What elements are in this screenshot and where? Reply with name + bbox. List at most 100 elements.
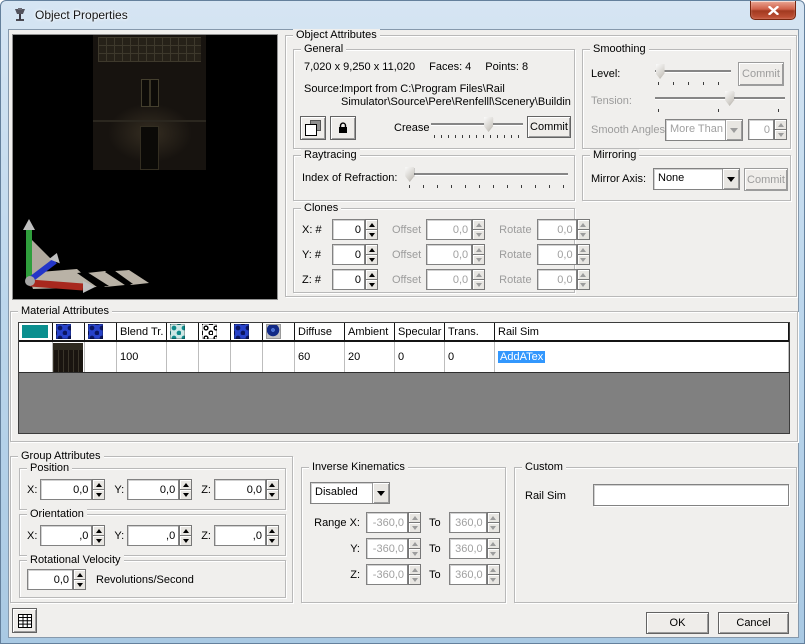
ok-button[interactable]: OK xyxy=(646,612,709,634)
header-texture1-cell[interactable] xyxy=(53,323,85,340)
selected-text[interactable]: AddATex xyxy=(498,351,545,363)
orientation-y-input[interactable] xyxy=(127,525,179,546)
header-rail-sim[interactable]: Rail Sim xyxy=(495,323,789,340)
spin-up-icon[interactable] xyxy=(179,479,192,490)
ik-max-stepper xyxy=(449,538,500,559)
header-sphere-cell[interactable] xyxy=(263,323,295,340)
copy-material-button[interactable] xyxy=(300,116,326,140)
ik-mode-value: Disabled xyxy=(311,483,372,503)
slider-thumb[interactable] xyxy=(656,64,665,79)
chevron-down-icon[interactable] xyxy=(722,169,739,189)
header-specular[interactable]: Specular xyxy=(395,323,445,340)
level-slider[interactable] xyxy=(655,63,731,85)
orientation-x-stepper[interactable] xyxy=(40,525,105,546)
clone-count-stepper[interactable] xyxy=(332,269,378,290)
position-y-stepper[interactable] xyxy=(127,479,192,500)
spin-down-icon[interactable] xyxy=(365,230,378,240)
to-label: To xyxy=(429,543,441,555)
spin-down-icon[interactable] xyxy=(266,490,279,500)
cell-pattern1[interactable] xyxy=(167,342,199,372)
header-texture2-cell[interactable] xyxy=(85,323,117,340)
position-y-input[interactable] xyxy=(127,479,179,500)
header-blue-pattern-cell[interactable] xyxy=(231,323,263,340)
clone-count-input[interactable] xyxy=(332,219,365,240)
clone-count-input[interactable] xyxy=(332,244,365,265)
spin-down-icon[interactable] xyxy=(92,490,105,500)
orientation-x-input[interactable] xyxy=(40,525,92,546)
spin-up-icon xyxy=(487,512,500,523)
spin-up-icon[interactable] xyxy=(365,219,378,230)
close-button[interactable] xyxy=(750,1,796,20)
clone-rotate-input xyxy=(537,219,577,240)
cell-pattern3[interactable] xyxy=(231,342,263,372)
rotational-velocity-group: Rotational Velocity Revolutions/Second xyxy=(19,560,286,598)
spin-up-icon[interactable] xyxy=(266,525,279,536)
spin-up-icon[interactable] xyxy=(179,525,192,536)
spin-down-icon[interactable] xyxy=(365,280,378,290)
cell-blend-tr[interactable]: 100 xyxy=(117,342,167,372)
cell-pattern2[interactable] xyxy=(199,342,231,372)
clone-count-stepper[interactable] xyxy=(332,219,378,240)
spin-up-icon[interactable] xyxy=(365,244,378,255)
spin-up-icon[interactable] xyxy=(365,269,378,280)
slider-thumb[interactable] xyxy=(484,117,493,132)
mirror-axis-select[interactable]: None xyxy=(653,168,740,190)
header-color-cell[interactable] xyxy=(19,323,53,340)
index-of-refraction-slider[interactable] xyxy=(406,166,568,188)
header-bw-pattern-cell[interactable] xyxy=(199,323,231,340)
rotational-velocity-stepper[interactable] xyxy=(27,569,86,590)
cell-texture2[interactable] xyxy=(85,342,117,372)
spin-down-icon[interactable] xyxy=(179,536,192,546)
cell-color[interactable] xyxy=(19,342,53,372)
crease-commit-button[interactable]: Commit xyxy=(527,116,571,138)
rotational-velocity-input[interactable] xyxy=(27,569,73,590)
header-trans[interactable]: Trans. xyxy=(445,323,495,340)
position-z-stepper[interactable] xyxy=(214,479,279,500)
spin-down-icon[interactable] xyxy=(92,536,105,546)
header-blend-tr[interactable]: Blend Tr. xyxy=(117,323,167,340)
header-diffuse[interactable]: Diffuse xyxy=(295,323,345,340)
spin-up-icon xyxy=(774,119,787,130)
grid-button[interactable] xyxy=(12,608,37,633)
position-z-input[interactable] xyxy=(214,479,266,500)
spin-up-icon[interactable] xyxy=(73,569,86,580)
cell-rail-sim[interactable]: AddATex xyxy=(495,342,789,372)
cell-diffuse[interactable]: 60 xyxy=(295,342,345,372)
group-label: Custom xyxy=(522,461,566,473)
spin-up-icon[interactable] xyxy=(92,525,105,536)
cancel-button[interactable]: Cancel xyxy=(718,612,789,634)
header-teal-pattern-cell[interactable] xyxy=(167,323,199,340)
orientation-y-stepper[interactable] xyxy=(127,525,192,546)
clones-row-x: X: # Offset Rotate xyxy=(302,219,590,240)
spin-up-icon xyxy=(577,219,590,230)
preview-viewport[interactable] xyxy=(12,34,278,300)
lock-button[interactable] xyxy=(330,116,356,140)
position-x-stepper[interactable] xyxy=(40,479,105,500)
spin-down-icon[interactable] xyxy=(73,580,86,590)
clone-count-input[interactable] xyxy=(332,269,365,290)
ik-mode-select[interactable]: Disabled xyxy=(310,482,390,504)
spin-up-icon[interactable] xyxy=(92,479,105,490)
spin-up-icon[interactable] xyxy=(266,479,279,490)
orientation-z-stepper[interactable] xyxy=(214,525,279,546)
source-label: Source: xyxy=(304,83,342,95)
rail-sim-input[interactable] xyxy=(593,484,789,506)
cell-sphere[interactable] xyxy=(263,342,295,372)
chevron-down-icon[interactable] xyxy=(372,483,389,503)
spin-down-icon[interactable] xyxy=(266,536,279,546)
cell-texture[interactable] xyxy=(53,342,85,372)
header-ambient[interactable]: Ambient xyxy=(345,323,395,340)
position-x-input[interactable] xyxy=(40,479,92,500)
titlebar[interactable]: Object Properties xyxy=(1,1,804,29)
group-label: Material Attributes xyxy=(18,305,112,317)
orientation-z-input[interactable] xyxy=(214,525,266,546)
cell-specular[interactable]: 0 xyxy=(395,342,445,372)
clone-count-stepper[interactable] xyxy=(332,244,378,265)
slider-thumb[interactable] xyxy=(405,167,414,182)
spin-down-icon[interactable] xyxy=(179,490,192,500)
cell-ambient[interactable]: 20 xyxy=(345,342,395,372)
spin-down-icon[interactable] xyxy=(365,255,378,265)
cell-trans[interactable]: 0 xyxy=(445,342,495,372)
material-row[interactable]: 100 60 20 0 0 AddATex xyxy=(19,342,789,373)
crease-slider[interactable] xyxy=(431,116,523,138)
